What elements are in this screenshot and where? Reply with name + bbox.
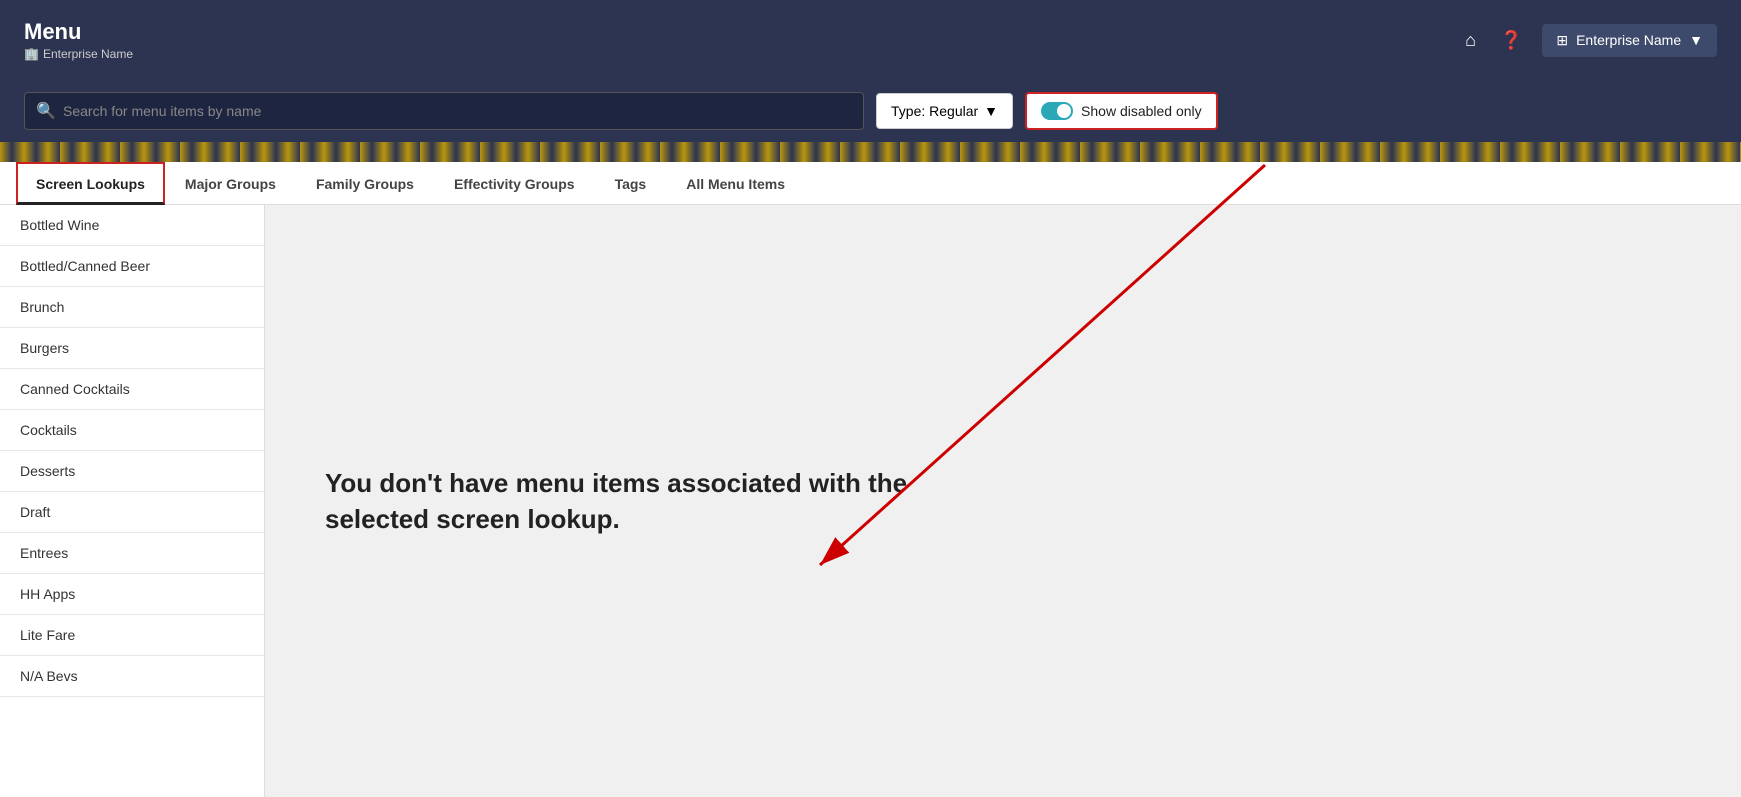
enterprise-icon: 🏢 bbox=[24, 47, 39, 61]
type-dropdown-button[interactable]: Type: Regular ▼ bbox=[876, 93, 1013, 129]
show-disabled-button[interactable]: Show disabled only bbox=[1025, 92, 1218, 130]
list-item[interactable]: Bottled/Canned Beer bbox=[0, 246, 264, 287]
chevron-down-icon: ▼ bbox=[1689, 32, 1703, 48]
list-item[interactable]: Desserts bbox=[0, 451, 264, 492]
toggle-on-icon bbox=[1041, 102, 1073, 120]
content-area: Bottled Wine Bottled/Canned Beer Brunch … bbox=[0, 205, 1741, 797]
home-button[interactable]: ⌂ bbox=[1461, 26, 1480, 55]
header: Menu 🏢 Enterprise Name ⌂ ❓ ⊞ Enterprise … bbox=[0, 0, 1741, 80]
enterprise-grid-icon: ⊞ bbox=[1556, 32, 1568, 49]
search-container: 🔍 bbox=[24, 92, 864, 130]
empty-state-message: You don't have menu items associated wit… bbox=[325, 465, 925, 538]
help-button[interactable]: ❓ bbox=[1496, 26, 1526, 55]
toolbar: 🔍 Type: Regular ▼ Show disabled only bbox=[0, 80, 1741, 142]
tab-all-menu-items[interactable]: All Menu Items bbox=[666, 162, 805, 204]
sidebar: Bottled Wine Bottled/Canned Beer Brunch … bbox=[0, 205, 265, 797]
list-item[interactable]: HH Apps bbox=[0, 574, 264, 615]
tabs-bar: Screen Lookups Major Groups Family Group… bbox=[0, 162, 1741, 205]
list-item[interactable]: Brunch bbox=[0, 287, 264, 328]
type-chevron-icon: ▼ bbox=[984, 103, 998, 119]
tab-tags[interactable]: Tags bbox=[595, 162, 667, 204]
enterprise-dropdown-button[interactable]: ⊞ Enterprise Name ▼ bbox=[1542, 24, 1717, 57]
header-left: Menu 🏢 Enterprise Name bbox=[24, 19, 133, 61]
tab-major-groups[interactable]: Major Groups bbox=[165, 162, 296, 204]
list-item[interactable]: N/A Bevs bbox=[0, 656, 264, 697]
tab-family-groups[interactable]: Family Groups bbox=[296, 162, 434, 204]
list-item[interactable]: Canned Cocktails bbox=[0, 369, 264, 410]
list-item[interactable]: Bottled Wine bbox=[0, 205, 264, 246]
search-icon: 🔍 bbox=[36, 101, 56, 121]
tab-effectivity-groups[interactable]: Effectivity Groups bbox=[434, 162, 595, 204]
decorative-banner bbox=[0, 142, 1741, 162]
list-item[interactable]: Draft bbox=[0, 492, 264, 533]
main-content: You don't have menu items associated wit… bbox=[265, 205, 1741, 797]
app-title: Menu bbox=[24, 19, 133, 45]
header-right: ⌂ ❓ ⊞ Enterprise Name ▼ bbox=[1461, 24, 1717, 57]
enterprise-subtitle: 🏢 Enterprise Name bbox=[24, 47, 133, 61]
tab-screen-lookups[interactable]: Screen Lookups bbox=[16, 162, 165, 205]
list-item[interactable]: Entrees bbox=[0, 533, 264, 574]
list-item[interactable]: Cocktails bbox=[0, 410, 264, 451]
search-input[interactable] bbox=[24, 92, 864, 130]
list-item[interactable]: Lite Fare bbox=[0, 615, 264, 656]
list-item[interactable]: Burgers bbox=[0, 328, 264, 369]
